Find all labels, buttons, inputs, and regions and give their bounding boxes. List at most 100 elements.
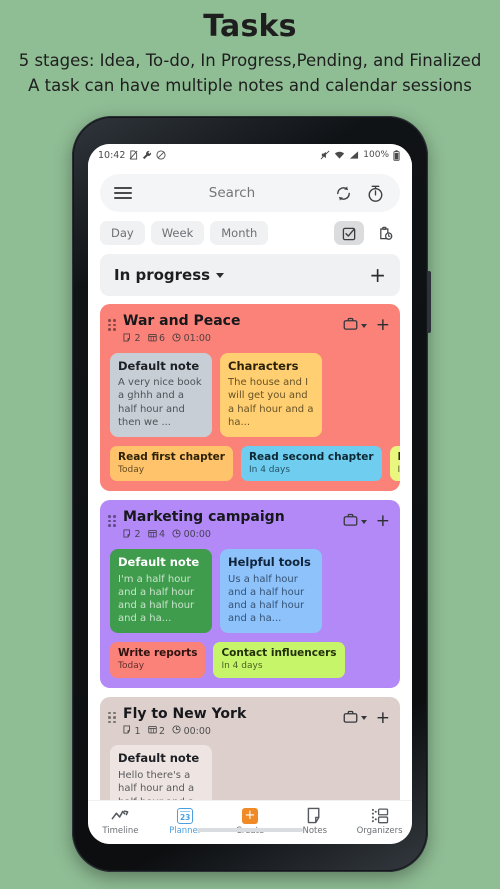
checklist-icon[interactable] <box>334 221 364 245</box>
note-title: Helpful tools <box>228 554 311 569</box>
calendar-icon <box>147 529 157 541</box>
clock-icon <box>172 332 181 345</box>
notes-count-value: 2 <box>134 333 141 344</box>
notes-count-value: 1 <box>134 725 141 737</box>
task-card-header: Marketing campaign 2 4 00:00 + <box>100 509 400 541</box>
task-title-block: War and Peace 2 6 01:00 <box>123 313 343 345</box>
clock-icon <box>172 725 181 737</box>
note-title: Default note <box>118 554 200 569</box>
task-title-block: Fly to New York 1 2 00:00 <box>123 706 343 738</box>
add-item-button[interactable]: + <box>376 513 390 530</box>
status-time: 10:42 <box>98 149 126 161</box>
session-chip[interactable]: Contact influencers In 4 days <box>213 642 345 678</box>
add-item-button[interactable]: + <box>376 709 390 727</box>
note-title: Default note <box>118 358 200 373</box>
note-body: I'm a half hour and a half hour and a ha… <box>118 573 195 625</box>
promo-subtitle-line1: 5 stages: Idea, To-do, In Progress,Pendi… <box>18 50 482 70</box>
notes-row[interactable]: Default note I'm a half hour and a half h… <box>100 548 400 634</box>
task-title-block: Marketing campaign 2 4 00:00 <box>123 509 343 541</box>
session-chip[interactable]: Write reports Today <box>110 642 206 678</box>
note-icon <box>123 529 132 541</box>
power-button[interactable] <box>427 271 431 333</box>
task-title: Marketing campaign <box>123 509 285 526</box>
status-selector[interactable]: In progress + <box>100 254 400 296</box>
task-notes-count: 2 <box>123 529 141 541</box>
session-due: Today <box>118 661 145 672</box>
search-bar <box>100 174 400 212</box>
calendar-icon <box>147 725 157 737</box>
chip-week[interactable]: Week <box>150 221 205 245</box>
session-due: Today <box>118 464 145 475</box>
status-bar: 10:42 100% <box>88 144 412 166</box>
session-due: In 4 days <box>221 661 263 672</box>
battery-percentage: 100% <box>363 150 389 160</box>
category-selector[interactable] <box>343 512 367 531</box>
task-card-header: Fly to New York 1 2 00:00 + <box>100 706 400 738</box>
duration-value: 00:00 <box>183 725 211 737</box>
note-card[interactable]: Default note A very nice book a ghhh and … <box>110 352 212 438</box>
phone-frame: 10:42 100% Search Day Week Month In prog… <box>72 116 431 872</box>
search-input[interactable] <box>142 185 322 201</box>
sync-refresh-icon[interactable] <box>332 182 354 204</box>
note-icon <box>123 332 132 345</box>
nav-item-timeline[interactable]: Timeline <box>90 807 150 836</box>
briefcase-icon <box>343 316 358 335</box>
calendar-23-icon: 23 <box>177 807 194 824</box>
session-due: In 37 day <box>397 464 400 475</box>
nav-label: Timeline <box>102 826 139 836</box>
task-card-actions: + <box>343 316 390 335</box>
stopwatch-icon[interactable] <box>364 182 386 204</box>
sessions-row[interactable]: Read first chapter Today Read second chapt… <box>100 446 400 482</box>
signal-icon <box>349 150 359 160</box>
session-chip[interactable]: Read first chapter Today <box>110 446 233 482</box>
nav-label: Organizers <box>356 826 403 836</box>
chip-day[interactable]: Day <box>100 221 145 245</box>
drag-handle-icon[interactable] <box>108 319 118 331</box>
task-card[interactable]: War and Peace 2 6 01:00 + Default note A very … <box>100 304 400 492</box>
hamburger-icon[interactable] <box>114 187 132 199</box>
create-plus-icon: + <box>241 807 258 824</box>
session-chip[interactable]: Read second chapter In 4 days <box>240 446 382 482</box>
sessions-count-value: 4 <box>159 529 166 541</box>
note-card[interactable]: Helpful tools Us a half hour and a half h… <box>220 548 322 634</box>
nav-label: Notes <box>302 826 328 836</box>
chip-month[interactable]: Month <box>210 221 269 245</box>
notes-row[interactable]: Default note Hello there's a half hour an… <box>100 745 400 800</box>
note-card[interactable]: Characters The house and I will get you a… <box>220 352 322 438</box>
drag-handle-icon[interactable] <box>108 515 118 527</box>
gesture-bar <box>197 828 303 832</box>
drag-handle-icon[interactable] <box>108 711 118 724</box>
task-card[interactable]: Fly to New York 1 2 00:00 + Default note Hello… <box>100 696 400 800</box>
sessions-count-value: 2 <box>159 725 166 737</box>
briefcase-icon <box>343 709 358 728</box>
task-notes-count: 2 <box>123 332 141 345</box>
session-title: Write reports <box>118 647 198 660</box>
task-duration: 01:00 <box>172 332 211 345</box>
add-item-button[interactable]: + <box>376 317 390 334</box>
note-card[interactable]: Default note I'm a half hour and a half h… <box>110 548 212 634</box>
bottom-navigation: Timeline23Planner+CreateNotesOrganizers <box>88 800 412 844</box>
no-sim-icon <box>129 150 138 160</box>
sessions-row[interactable]: Write reports Today Contact influencers In … <box>100 642 400 678</box>
task-list[interactable]: War and Peace 2 6 01:00 + Default note A very … <box>88 296 412 800</box>
briefcase-icon <box>343 512 358 531</box>
session-chip[interactable]: Read thIn 37 day <box>389 446 400 482</box>
note-page-icon <box>307 807 323 824</box>
note-title: Default note <box>118 751 200 766</box>
add-task-button[interactable]: + <box>369 265 386 285</box>
do-not-disturb-icon <box>156 150 166 160</box>
period-filter-row: Day Week Month <box>88 212 412 245</box>
category-selector[interactable] <box>343 316 367 335</box>
note-card[interactable]: Default note Hello there's a half hour an… <box>110 745 212 800</box>
task-card-actions: + <box>343 709 390 728</box>
duration-value: 00:00 <box>183 529 211 541</box>
clipboard-clock-icon[interactable] <box>370 221 400 245</box>
category-selector[interactable] <box>343 709 367 728</box>
notes-row[interactable]: Default note A very nice book a ghhh and … <box>100 352 400 438</box>
duration-value: 01:00 <box>183 333 211 344</box>
nav-item-organizers[interactable]: Organizers <box>350 807 410 836</box>
status-selector-label: In progress <box>114 266 211 284</box>
calendar-icon <box>147 333 157 345</box>
promo-subtitle-line2: A task can have multiple notes and calen… <box>28 76 472 96</box>
task-card[interactable]: Marketing campaign 2 4 00:00 + Default note I'… <box>100 500 400 688</box>
